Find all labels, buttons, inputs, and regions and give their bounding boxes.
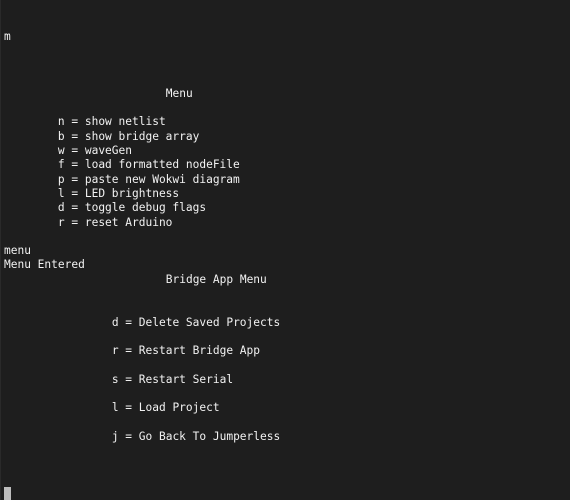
main-menu-item: w = waveGen bbox=[57, 144, 132, 157]
main-menu-item: n = show netlist bbox=[57, 115, 166, 129]
main-menu-item: d = toggle debug flags bbox=[57, 201, 207, 215]
terminal-window[interactable]: m Menu n = show netlist b = show bridge … bbox=[0, 0, 570, 500]
bridge-menu-item: j = Go Back To Jumperless bbox=[111, 430, 281, 443]
window-edge bbox=[0, 0, 1, 500]
main-menu-item: f = load formatted nodeFile bbox=[57, 158, 240, 172]
bridge-menu-item: s = Restart Serial bbox=[111, 372, 234, 386]
main-menu-item: l = LED brightness bbox=[57, 186, 180, 200]
bridge-menu-title: Bridge App Menu bbox=[165, 272, 267, 286]
status-menu-entered: Menu Entered bbox=[4, 258, 85, 272]
main-menu-title: Menu bbox=[165, 86, 193, 100]
input-echo-menu: menu bbox=[4, 244, 31, 258]
main-menu-item: r = reset Arduino bbox=[57, 215, 173, 229]
input-echo-m: m bbox=[4, 29, 11, 43]
text-cursor[interactable] bbox=[4, 487, 11, 500]
bridge-menu-item: l = Load Project bbox=[111, 401, 220, 415]
bridge-menu-item: d = Delete Saved Projects bbox=[111, 315, 281, 329]
bridge-menu-item: r = Restart Bridge App bbox=[111, 344, 261, 358]
main-menu-item: b = show bridge array bbox=[57, 129, 200, 143]
main-menu-item: p = paste new Wokwi diagram bbox=[57, 172, 240, 186]
